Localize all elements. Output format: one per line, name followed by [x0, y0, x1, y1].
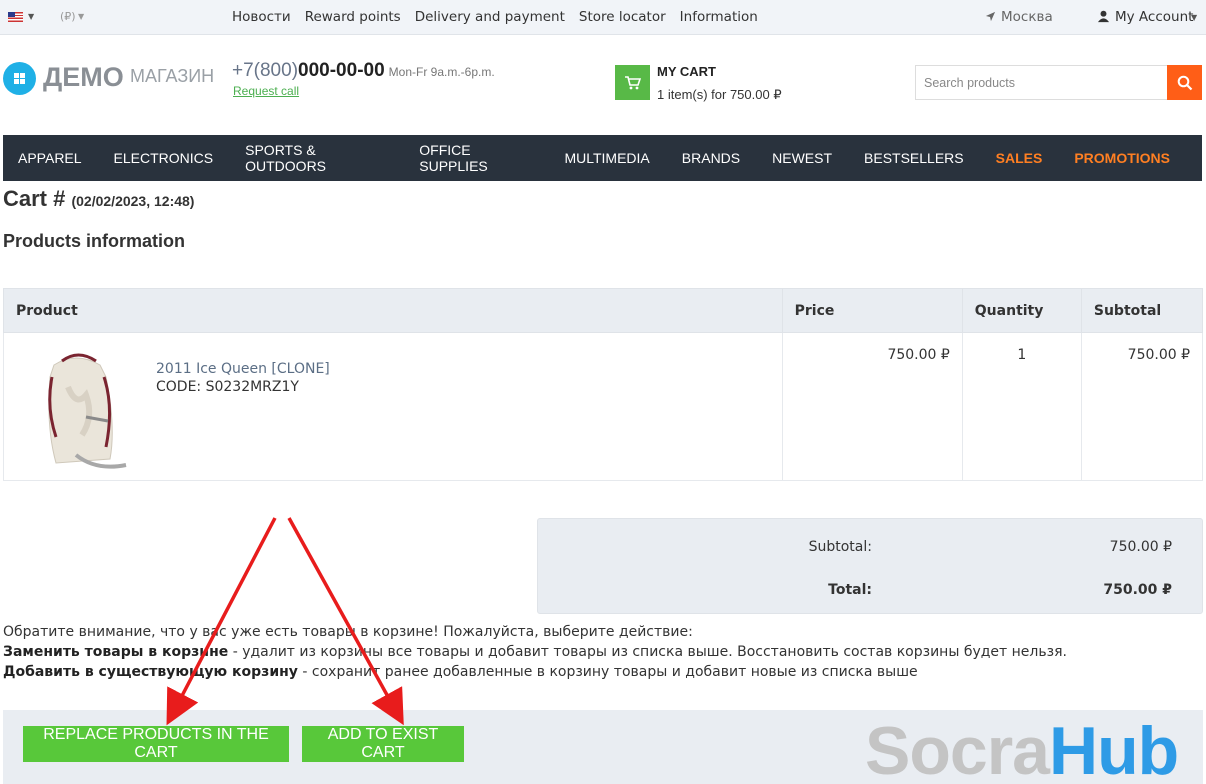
cart-summary[interactable]: 1 item(s) for 750.00 ₽	[657, 87, 782, 103]
replace-option-title: Заменить товары в корзине	[3, 644, 229, 660]
totals-box: Subtotal: 750.00 ₽ Total: 750.00 ₽	[537, 518, 1203, 614]
nav-item-promotions[interactable]: PROMOTIONS	[1074, 150, 1170, 166]
replace-products-button[interactable]: REPLACE PRODUCTS IN THE CART	[23, 726, 289, 762]
column-header-price: Price	[781, 288, 963, 333]
phone-number: 000-00-00	[298, 60, 385, 81]
nav-item-sales[interactable]: SALES	[996, 150, 1043, 166]
phone-prefix: +7(800)	[232, 60, 299, 81]
search-input[interactable]	[915, 65, 1167, 100]
user-icon	[1097, 10, 1110, 27]
search-button[interactable]	[1167, 65, 1202, 100]
request-call-link[interactable]: Request call	[233, 84, 299, 98]
table-header-row: Product Price Quantity Subtotal	[3, 288, 1204, 333]
my-cart-title[interactable]: MY CART	[657, 64, 716, 79]
product-code: CODE: S0232MRZ1Y	[156, 379, 299, 395]
nav-item-office-supplies[interactable]: OFFICE SUPPLIES	[419, 142, 532, 174]
nav-item-brands[interactable]: BRANDS	[682, 150, 740, 166]
search-icon	[1177, 75, 1192, 90]
nav-item-apparel[interactable]: APPAREL	[18, 150, 82, 166]
main-navigation: APPAREL ELECTRONICS SPORTS & OUTDOORS OF…	[3, 135, 1202, 181]
top-link-news[interactable]: Новости	[232, 9, 291, 25]
product-image[interactable]	[16, 347, 134, 469]
top-links: Новости Reward points Delivery and payme…	[232, 9, 758, 25]
city-selector[interactable]: Москва	[1001, 9, 1053, 25]
table-row: 2011 Ice Queen [CLONE] CODE: S0232MRZ1Y …	[3, 332, 1204, 481]
cart-table: Product Price Quantity Subtotal 2011 Ice…	[3, 288, 1204, 481]
subtotal-cell: 750.00 ₽	[1080, 332, 1204, 481]
nav-item-bestsellers[interactable]: BESTSELLERS	[864, 150, 964, 166]
column-header-product: Product	[3, 288, 783, 333]
cart-notice: Обратите внимание, что у вас уже есть то…	[3, 622, 1103, 682]
us-flag-icon[interactable]	[8, 12, 23, 22]
my-account-menu[interactable]: My Account	[1115, 9, 1193, 25]
top-bar: ▼ (₽) ▼ Новости Reward points Delivery a…	[0, 0, 1206, 35]
currency-selector[interactable]: (₽)	[60, 10, 76, 23]
replace-option-text: - удалит из корзины все товары и добавит…	[228, 644, 1067, 660]
nav-item-electronics[interactable]: ELECTRONICS	[114, 150, 214, 166]
nav-item-sports-outdoors[interactable]: SPORTS & OUTDOORS	[245, 142, 387, 174]
add-to-exist-cart-button[interactable]: ADD TO EXIST CART	[302, 726, 464, 762]
total-label: Total:	[828, 582, 872, 598]
total-value: 750.00 ₽	[1103, 582, 1172, 598]
top-link-delivery[interactable]: Delivery and payment	[415, 9, 565, 25]
add-option-text: - сохранит ранее добавленные в корзину т…	[297, 664, 918, 680]
arrow-to-replace	[166, 517, 277, 726]
nav-item-multimedia[interactable]: MULTIMEDIA	[564, 150, 649, 166]
top-link-store-locator[interactable]: Store locator	[579, 9, 666, 25]
cart-title: Cart #	[3, 186, 66, 211]
subtotal-label: Subtotal:	[808, 539, 872, 555]
chevron-down-icon[interactable]: ▼	[78, 12, 84, 21]
product-name-link[interactable]: 2011 Ice Queen [CLONE]	[156, 361, 330, 377]
top-link-information[interactable]: Information	[680, 9, 758, 25]
cart-icon[interactable]	[615, 65, 650, 100]
arrow-to-add	[287, 517, 404, 726]
watermark-logo: SocraHub	[865, 712, 1179, 784]
product-cell: 2011 Ice Queen [CLONE] CODE: S0232MRZ1Y	[3, 332, 783, 481]
logo-subtext[interactable]: МАГАЗИН	[130, 66, 214, 87]
location-arrow-icon	[985, 10, 996, 26]
add-option-title: Добавить в существующую корзину	[3, 664, 298, 680]
watermark-part1: Socra	[865, 713, 1050, 784]
page-title: Cart # (02/02/2023, 12:48)	[3, 186, 194, 212]
section-title: Products information	[3, 231, 186, 251]
chevron-down-icon[interactable]: ▼	[1191, 13, 1197, 22]
logo-icon[interactable]	[3, 62, 36, 95]
subtotal-value: 750.00 ₽	[1109, 539, 1172, 555]
top-link-reward-points[interactable]: Reward points	[305, 9, 401, 25]
watermark-part2: Hub	[1049, 713, 1179, 784]
notice-line: Обратите внимание, что у вас уже есть то…	[3, 624, 693, 640]
action-bar: REPLACE PRODUCTS IN THE CART ADD TO EXIS…	[3, 710, 1203, 784]
chevron-down-icon[interactable]: ▼	[28, 12, 34, 21]
column-header-subtotal: Subtotal	[1080, 288, 1204, 333]
quantity-cell: 1	[961, 332, 1082, 481]
logo-text[interactable]: ДЕМО	[43, 62, 124, 93]
column-header-quantity: Quantity	[961, 288, 1082, 333]
working-hours: Mon-Fr 9a.m.-6p.m.	[388, 65, 495, 79]
phone-block: +7(800)000-00-00 Mon-Fr 9a.m.-6p.m.	[232, 60, 495, 82]
cart-date: (02/02/2023, 12:48)	[71, 193, 195, 209]
nav-item-newest[interactable]: NEWEST	[772, 150, 832, 166]
price-cell: 750.00 ₽	[781, 332, 963, 481]
